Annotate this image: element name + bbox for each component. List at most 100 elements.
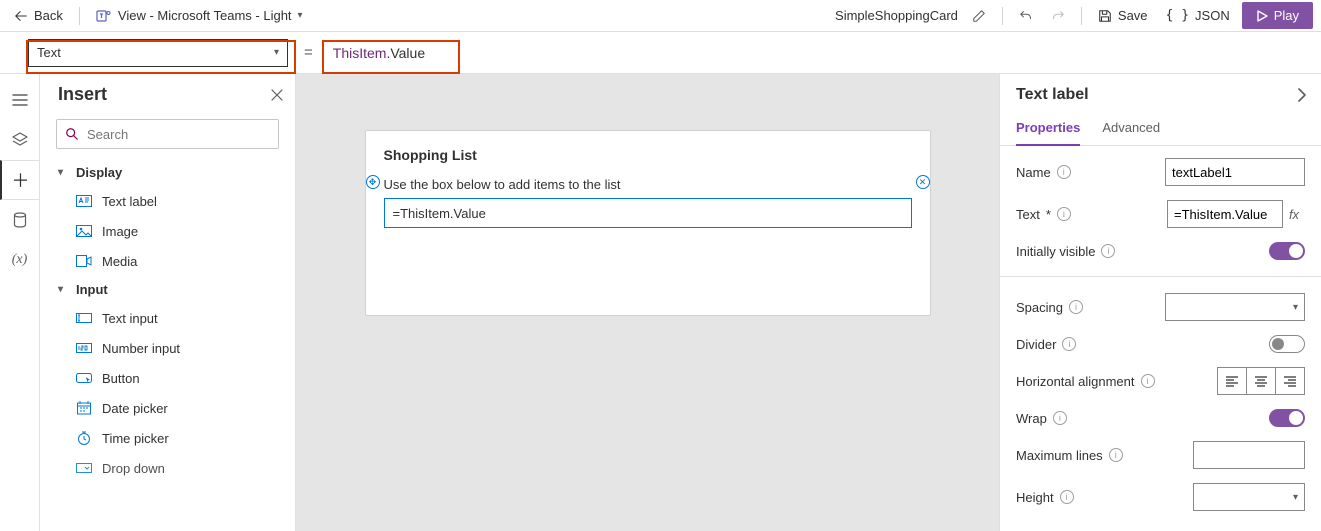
back-label: Back [34, 8, 63, 23]
play-icon [1256, 10, 1268, 22]
insert-item-button[interactable]: Button [40, 363, 295, 393]
prop-row-wrap: Wrapi [1016, 409, 1305, 427]
selection-handle-right[interactable]: ✕ [916, 175, 930, 189]
save-button[interactable]: Save [1092, 6, 1154, 25]
theme-select[interactable]: View - Microsoft Teams - Light ▾ [90, 6, 309, 26]
maxlines-input[interactable] [1193, 441, 1305, 469]
info-icon[interactable]: i [1141, 374, 1155, 388]
prop-row-spacing: Spacingi ▾ [1016, 293, 1305, 321]
bound-text-value: =ThisItem.Value [393, 206, 486, 221]
name-input[interactable] [1165, 158, 1305, 186]
selected-text-label[interactable]: =ThisItem.Value [384, 198, 912, 228]
json-label: JSON [1195, 8, 1230, 23]
item-label: Date picker [102, 401, 168, 416]
theme-label: View - Microsoft Teams - Light [118, 8, 292, 23]
dropdown-icon [76, 460, 92, 476]
insert-item-time-picker[interactable]: Time picker [40, 423, 295, 453]
item-label: Number input [102, 341, 180, 356]
info-icon[interactable]: i [1057, 207, 1071, 221]
redo-button[interactable] [1045, 3, 1071, 29]
chevron-down-icon: ▾ [1293, 302, 1298, 313]
save-label: Save [1118, 8, 1148, 23]
insert-item-text-input[interactable]: Text input [40, 303, 295, 333]
search-box[interactable] [56, 119, 279, 149]
info-icon[interactable]: i [1060, 490, 1074, 504]
rail-data[interactable] [0, 200, 40, 240]
back-button[interactable]: Back [8, 6, 69, 25]
visible-toggle[interactable] [1269, 242, 1305, 260]
prop-label-maxlines: Maximum lines [1016, 448, 1103, 463]
selection-handle-left[interactable]: ✥ [366, 175, 380, 189]
wrap-toggle[interactable] [1269, 409, 1305, 427]
insert-tree: ▾ Display Text label Image Media ▾ Input [40, 159, 295, 531]
button-icon [76, 370, 92, 386]
info-icon[interactable]: i [1057, 165, 1071, 179]
insert-item-number-input[interactable]: Number input [40, 333, 295, 363]
formula-input[interactable]: ThisItem.Value [323, 32, 1321, 73]
rail-variables[interactable]: (x) [0, 240, 40, 280]
rail-tree-view[interactable] [0, 80, 40, 120]
divider-toggle[interactable] [1269, 335, 1305, 353]
insert-title: Insert [58, 84, 107, 105]
media-icon [76, 253, 92, 269]
braces-icon: { } [1166, 8, 1189, 23]
prop-row-name: Namei [1016, 158, 1305, 186]
category-display[interactable]: ▾ Display [40, 159, 295, 186]
insert-item-text-label[interactable]: Text label [40, 186, 295, 216]
item-label: Image [102, 224, 138, 239]
database-icon [13, 212, 27, 228]
item-label: Time picker [102, 431, 169, 446]
insert-item-media[interactable]: Media [40, 246, 295, 276]
number-input-icon [76, 340, 92, 356]
prop-row-height: Heighti ▾ [1016, 483, 1305, 511]
item-label: Text label [102, 194, 157, 209]
play-button[interactable]: Play [1242, 2, 1313, 29]
info-icon[interactable]: i [1069, 300, 1083, 314]
align-right-button[interactable] [1275, 367, 1305, 395]
insert-item-image[interactable]: Image [40, 216, 295, 246]
rail-layers[interactable] [0, 120, 40, 160]
divider [1000, 276, 1321, 277]
category-input[interactable]: ▾ Input [40, 276, 295, 303]
tab-advanced[interactable]: Advanced [1102, 112, 1160, 145]
chevron-down-icon: ▾ [58, 284, 68, 295]
insert-item-date-picker[interactable]: Date picker [40, 393, 295, 423]
height-select[interactable]: ▾ [1193, 483, 1305, 511]
search-input[interactable] [87, 127, 270, 142]
edit-appname-button[interactable] [966, 3, 992, 29]
undo-button[interactable] [1013, 3, 1039, 29]
property-select[interactable]: Text ▾ [28, 39, 288, 67]
align-left-button[interactable] [1217, 367, 1247, 395]
item-label: Button [102, 371, 140, 386]
text-input[interactable] [1167, 200, 1283, 228]
variable-icon: (x) [12, 252, 28, 268]
item-label: Drop down [102, 461, 165, 476]
chevron-down-icon: ▾ [58, 167, 68, 178]
chevron-down-icon: ▾ [1293, 492, 1298, 503]
tab-properties[interactable]: Properties [1016, 112, 1080, 145]
property-select-label: Text [37, 45, 61, 60]
properties-tabs: Properties Advanced [1000, 112, 1321, 146]
fx-icon: fx [1289, 207, 1299, 222]
prop-label-wrap: Wrap [1016, 411, 1047, 426]
align-center-button[interactable] [1246, 367, 1276, 395]
preview-card[interactable]: Shopping List ✥ Use the box below to add… [365, 130, 931, 316]
collapse-panel-button[interactable] [1297, 88, 1307, 102]
json-button[interactable]: { } JSON [1160, 6, 1236, 25]
insert-item-drop-down[interactable]: Drop down [40, 453, 295, 483]
fx-button[interactable]: fx [1283, 200, 1305, 228]
rail-insert[interactable]: ＋ [0, 160, 40, 200]
canvas-stage[interactable]: Shopping List ✥ Use the box below to add… [296, 74, 999, 531]
category-label: Input [76, 282, 108, 297]
chevron-right-icon [1297, 88, 1307, 102]
info-icon[interactable]: i [1109, 448, 1123, 462]
save-icon [1098, 9, 1112, 23]
info-icon[interactable]: i [1062, 337, 1076, 351]
info-icon[interactable]: i [1053, 411, 1067, 425]
prop-label-name: Name [1016, 165, 1051, 180]
spacing-select[interactable]: ▾ [1165, 293, 1305, 321]
close-panel-button[interactable] [271, 89, 283, 101]
info-icon[interactable]: i [1101, 244, 1115, 258]
card-title: Shopping List [384, 147, 912, 163]
item-label: Media [102, 254, 137, 269]
